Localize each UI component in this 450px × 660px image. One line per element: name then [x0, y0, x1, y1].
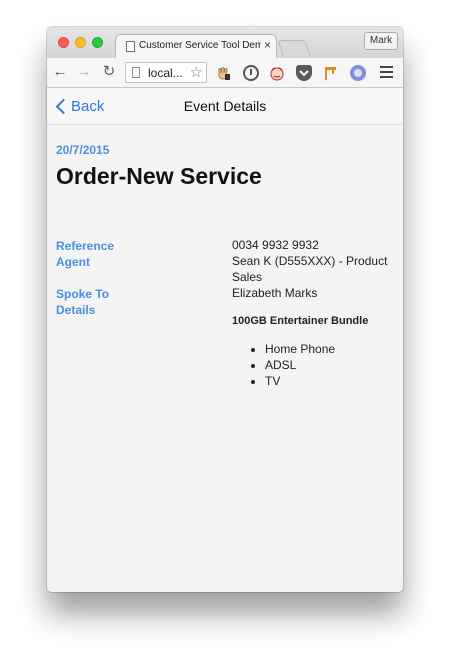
event-details-content: 20/7/2015 Order-New Service Reference 00…	[47, 125, 403, 592]
reload-icon[interactable]: ↻	[101, 63, 117, 81]
address-bar[interactable]: local... ☆	[125, 62, 207, 83]
page-title: Event Details	[183, 98, 267, 114]
extension-flag-icon[interactable]	[322, 65, 338, 81]
new-tab-button[interactable]	[277, 40, 311, 56]
spoke-to-label: Spoke To	[56, 287, 110, 301]
extension-face-icon[interactable]	[269, 65, 285, 81]
zoom-window-button[interactable]	[92, 37, 103, 48]
details-label: Details	[56, 303, 96, 317]
details-title: 100GB Entertainer Bundle	[232, 315, 369, 327]
tab-title: Customer Service Tool Dem	[139, 40, 261, 51]
details-list: Home Phone ADSL TV	[232, 341, 335, 389]
close-window-button[interactable]	[58, 37, 69, 48]
event-title: Order-New Service	[56, 163, 262, 189]
list-item: ADSL	[265, 357, 335, 373]
browser-window: Customer Service Tool Dem × Mark ← → ↻ l…	[47, 27, 403, 592]
browser-tab[interactable]: Customer Service Tool Dem ×	[115, 34, 277, 59]
back-arrow-icon[interactable]: ←	[52, 63, 68, 81]
extension-hand-icon[interactable]	[215, 65, 231, 81]
menu-icon[interactable]	[380, 66, 393, 79]
page-icon	[126, 41, 135, 52]
spoke-to-value: Elizabeth Marks	[232, 286, 318, 300]
agent-label: Agent	[56, 255, 90, 269]
list-item: TV	[265, 373, 335, 389]
extension-pocket-icon[interactable]	[296, 65, 312, 81]
extension-globe-icon[interactable]	[350, 65, 366, 81]
reference-label: Reference	[56, 239, 115, 253]
address-text: local...	[148, 66, 183, 80]
event-date: 20/7/2015	[56, 143, 110, 157]
page-icon	[132, 67, 140, 78]
bookmark-star-icon[interactable]: ☆	[190, 64, 203, 81]
app-navbar: Back Event Details	[47, 88, 403, 125]
title-bar: Customer Service Tool Dem × Mark	[47, 27, 403, 59]
profile-button[interactable]: Mark	[364, 32, 398, 50]
extension-info-icon[interactable]	[243, 65, 259, 81]
tab-close-icon[interactable]: ×	[264, 38, 271, 52]
list-item: Home Phone	[265, 341, 335, 357]
forward-arrow-icon[interactable]: →	[76, 63, 92, 81]
reference-value: 0034 9932 9932	[232, 238, 319, 252]
minimize-window-button[interactable]	[75, 37, 86, 48]
agent-value: Sean K (D555XXX) - Product Sales	[232, 254, 388, 284]
browser-toolbar: ← → ↻ local... ☆	[47, 58, 403, 88]
